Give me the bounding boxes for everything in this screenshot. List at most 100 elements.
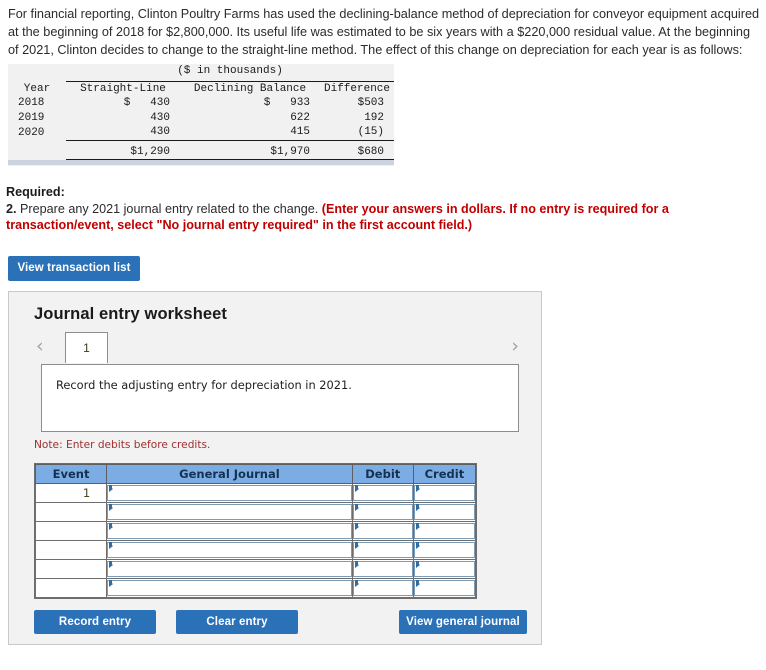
cell-declining-balance: 622	[290, 111, 310, 124]
credit-cell[interactable]	[412, 502, 477, 522]
cell-total-difference: $680	[320, 144, 395, 162]
credit-input[interactable]	[413, 523, 475, 539]
cell-straight-line: 430	[66, 125, 180, 141]
table-row	[34, 559, 477, 579]
prev-page-icon[interactable]: ‹	[36, 335, 44, 357]
next-page-icon[interactable]: ›	[511, 335, 519, 357]
general-journal-cell[interactable]	[106, 540, 353, 560]
worksheet-tab-1[interactable]: 1	[65, 332, 108, 363]
col-header-year: Year	[23, 82, 51, 95]
cell-declining-balance: $ 933	[263, 97, 310, 109]
journal-col-general-journal: General Journal	[106, 464, 353, 484]
account-select[interactable]	[107, 485, 352, 501]
journal-entry-worksheet-panel: Journal entry worksheet ‹ 1 › Record the…	[8, 291, 542, 645]
cell-straight-line: $ 430	[123, 97, 170, 109]
cell-difference: (15)	[320, 125, 395, 141]
credit-input[interactable]	[413, 504, 475, 520]
required-section: Required: 2. Prepare any 2021 journal en…	[6, 184, 706, 234]
credit-input[interactable]	[413, 485, 475, 501]
debit-cell[interactable]	[351, 559, 414, 579]
debit-cell[interactable]	[351, 502, 414, 522]
credit-cell[interactable]	[412, 521, 477, 541]
credit-input[interactable]	[413, 580, 475, 596]
table-row: 2020 430 415 (15)	[8, 125, 395, 141]
credit-cell[interactable]	[412, 483, 477, 503]
account-select[interactable]	[107, 504, 352, 520]
general-journal-cell[interactable]	[106, 521, 353, 541]
table-row	[34, 578, 477, 598]
view-transaction-list-button[interactable]: View transaction list	[8, 256, 140, 281]
col-header-declining-balance: Declining Balance	[193, 82, 307, 95]
required-label: Required:	[6, 185, 65, 199]
journal-col-event: Event	[34, 464, 108, 484]
required-text: Prepare any 2021 journal entry related t…	[16, 201, 322, 216]
account-select[interactable]	[107, 523, 352, 539]
worksheet-title: Journal entry worksheet	[34, 305, 228, 323]
table-bottom-bar	[8, 160, 394, 165]
event-number-cell	[34, 521, 108, 541]
debit-input[interactable]	[352, 485, 413, 501]
account-select[interactable]	[107, 542, 352, 558]
table-header-row: Year Straight-Line Declining Balance Dif…	[8, 81, 394, 96]
worksheet-description: Record the adjusting entry for depreciat…	[41, 364, 519, 432]
debit-input[interactable]	[352, 580, 413, 596]
table-row	[34, 540, 477, 560]
account-select[interactable]	[107, 580, 352, 596]
clear-entry-button[interactable]: Clear entry	[176, 610, 298, 634]
debit-cell[interactable]	[351, 483, 414, 503]
cell-total-straight-line: $1,290	[66, 144, 180, 162]
view-general-journal-button[interactable]: View general journal	[399, 610, 527, 634]
required-number: 2.	[6, 201, 17, 216]
debit-cell[interactable]	[351, 578, 414, 598]
journal-header-row: Event General Journal Debit Credit	[34, 464, 477, 484]
event-number-cell: 1	[34, 483, 108, 503]
event-number-cell	[34, 540, 108, 560]
table-row: 2018 $ 430 $ 933 $503	[8, 96, 394, 111]
table-row	[34, 521, 477, 541]
general-journal-cell[interactable]	[106, 483, 353, 503]
table-totals-row: $1,290 $1,970 $680	[8, 144, 395, 162]
debits-before-credits-note: Note: Enter debits before credits.	[34, 439, 211, 451]
cell-difference: 192	[364, 111, 385, 124]
table-row	[34, 502, 477, 522]
general-journal-table: Event General Journal Debit Credit 1	[34, 463, 477, 599]
col-header-straight-line: Straight-Line	[80, 82, 166, 95]
credit-input[interactable]	[413, 561, 475, 577]
general-journal-cell[interactable]	[106, 502, 353, 522]
cell-difference: $503	[357, 97, 385, 109]
journal-col-debit: Debit	[351, 464, 414, 484]
problem-statement: For financial reporting, Clinton Poultry…	[8, 7, 760, 57]
event-number-cell	[34, 578, 108, 598]
cell-declining-balance: 415	[180, 125, 320, 141]
cell-year: 2020	[18, 126, 45, 139]
table-row: 2019 430 622 192	[8, 111, 394, 126]
debit-cell[interactable]	[351, 521, 414, 541]
debit-input[interactable]	[352, 523, 413, 539]
table-row: 1	[34, 483, 477, 503]
credit-cell[interactable]	[412, 540, 477, 560]
credit-input[interactable]	[413, 542, 475, 558]
cell-straight-line: 430	[150, 111, 170, 124]
account-select[interactable]	[107, 561, 352, 577]
debit-cell[interactable]	[351, 540, 414, 560]
worksheet-pager: ‹ 1 ›	[33, 332, 519, 364]
col-header-difference: Difference	[324, 82, 391, 95]
debit-input[interactable]	[352, 504, 413, 520]
credit-cell[interactable]	[412, 559, 477, 579]
cell-year: 2018	[18, 97, 45, 109]
general-journal-cell[interactable]	[106, 559, 353, 579]
event-number-cell	[34, 502, 108, 522]
record-entry-button[interactable]: Record entry	[34, 610, 156, 634]
cell-total-declining-balance: $1,970	[180, 144, 320, 162]
depreciation-table: ($ in thousands) Year Straight-Line Decl…	[8, 64, 395, 166]
cell-total-year	[8, 145, 66, 161]
credit-cell[interactable]	[412, 578, 477, 598]
journal-col-credit: Credit	[412, 464, 477, 484]
table-units-row: ($ in thousands)	[8, 64, 394, 79]
cell-year: 2019	[18, 111, 45, 124]
event-number-cell	[34, 559, 108, 579]
debit-input[interactable]	[352, 542, 413, 558]
general-journal-cell[interactable]	[106, 578, 353, 598]
units-header: ($ in thousands)	[177, 65, 283, 77]
debit-input[interactable]	[352, 561, 413, 577]
